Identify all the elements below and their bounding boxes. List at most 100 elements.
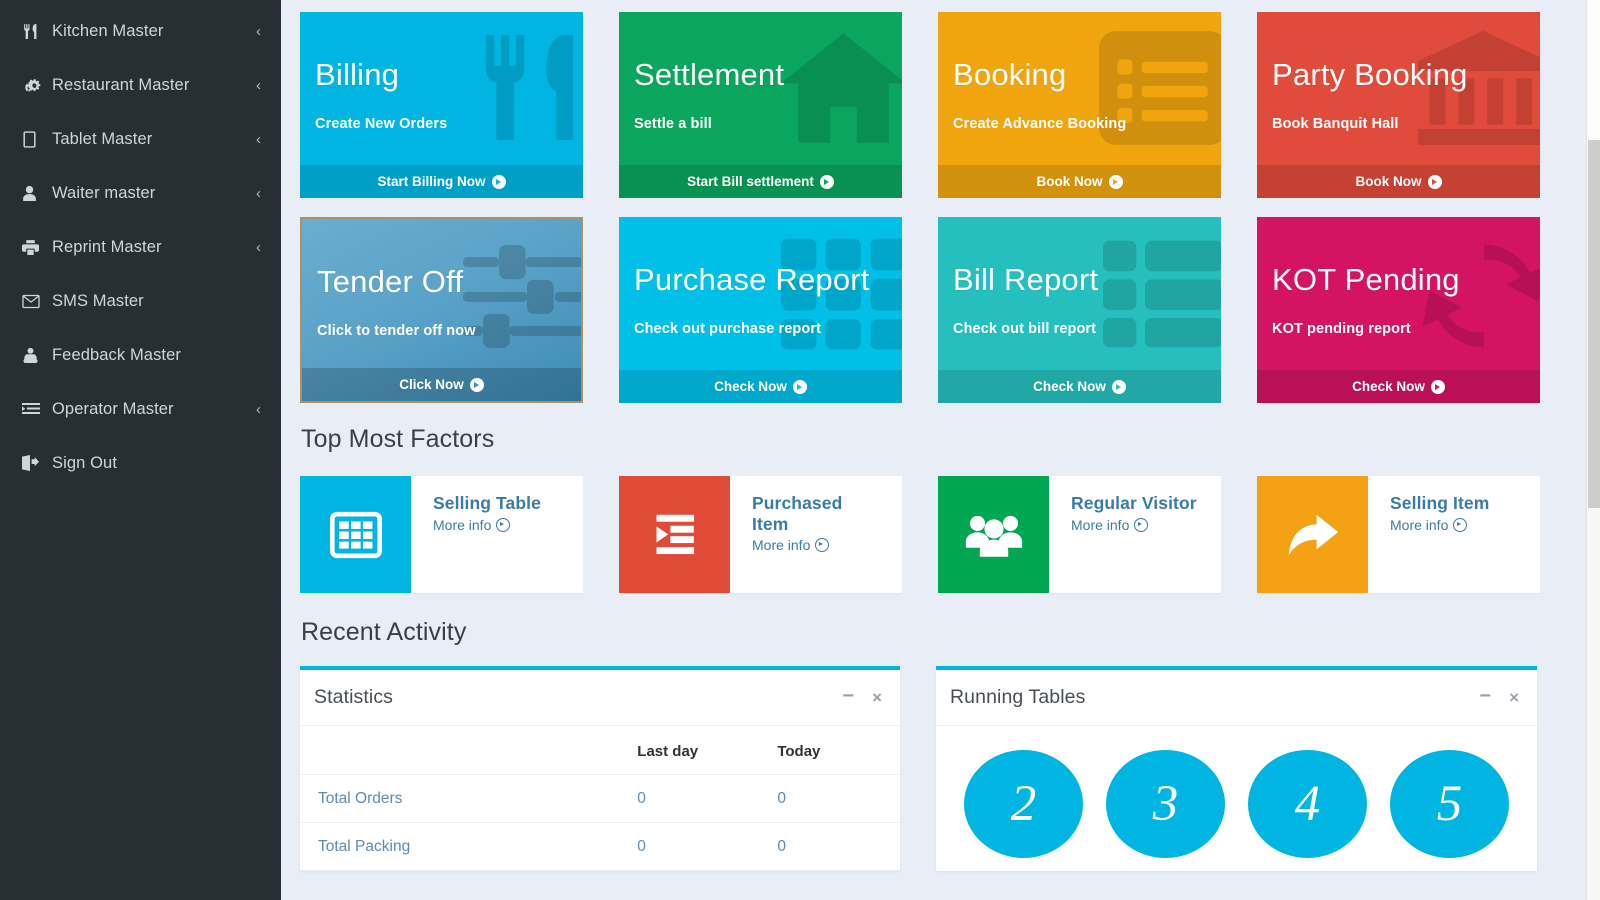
tile-row-2: Tender Off Click to tender off now Click… xyxy=(300,217,1580,403)
tile-kot-pending[interactable]: KOT Pending KOT pending report Check Now xyxy=(1257,217,1540,403)
factor-more-label: More info xyxy=(433,517,491,533)
sidebar-item-label: Tablet Master xyxy=(52,130,256,149)
table-circle[interactable]: 4 xyxy=(1248,750,1367,858)
sidebar-item-label: Sign Out xyxy=(52,454,261,473)
gears-icon xyxy=(22,77,52,94)
tile-subtitle: Settle a bill xyxy=(634,116,712,132)
arrow-right-circle-icon xyxy=(1109,175,1123,189)
tile-subtitle: Check out purchase report xyxy=(634,321,821,337)
sidebar-item-feedback-master[interactable]: Feedback Master xyxy=(0,328,281,382)
column-header-last-day: Last day xyxy=(637,726,777,775)
tile-action-party-booking[interactable]: Book Now xyxy=(1257,165,1540,198)
panel-title: Running Tables xyxy=(950,686,1461,709)
table-circle[interactable]: 3 xyxy=(1106,750,1225,858)
arrow-right-circle-icon xyxy=(815,538,829,552)
sidebar-item-kitchen-master[interactable]: Kitchen Master ‹ xyxy=(0,4,281,58)
sidebar-item-tablet-master[interactable]: Tablet Master ‹ xyxy=(0,112,281,166)
recent-activity-heading: Recent Activity xyxy=(301,618,1580,647)
sidebar-item-waiter-master[interactable]: Waiter master ‹ xyxy=(0,166,281,220)
close-icon[interactable]: × xyxy=(872,689,882,706)
row-label: Total Orders xyxy=(300,775,637,823)
factor-title: Purchased Item xyxy=(752,493,862,534)
tile-title: Settlement xyxy=(634,59,784,90)
factor-more-info-link[interactable]: More info xyxy=(752,537,892,553)
close-icon[interactable]: × xyxy=(1509,689,1519,706)
tile-action-label: Check Now xyxy=(1033,379,1106,394)
top-most-factors-heading: Top Most Factors xyxy=(301,425,1580,454)
tile-action-kot-pending[interactable]: Check Now xyxy=(1257,370,1540,403)
group-users-icon xyxy=(938,476,1049,593)
tile-subtitle: Check out bill report xyxy=(953,321,1096,337)
tile-action-tender-off[interactable]: Click Now xyxy=(302,368,581,401)
arrow-right-circle-icon xyxy=(1453,518,1467,532)
row-last-day-value: 0 xyxy=(637,823,777,871)
tile-subtitle: Create New Orders xyxy=(315,116,447,132)
table-circle[interactable]: 5 xyxy=(1390,750,1509,858)
tile-title: Party Booking xyxy=(1272,59,1468,90)
factor-more-label: More info xyxy=(1071,517,1129,533)
table-grid-icon xyxy=(300,476,411,593)
sidebar-item-reprint-master[interactable]: Reprint Master ‹ xyxy=(0,220,281,274)
factor-more-label: More info xyxy=(752,537,810,553)
tile-action-label: Click Now xyxy=(399,377,464,392)
statistics-panel: Statistics − × Last day Today Tot xyxy=(300,666,900,871)
tile-billing[interactable]: Billing Create New Orders Start Billing … xyxy=(300,12,583,198)
sidebar-item-restaurant-master[interactable]: Restaurant Master ‹ xyxy=(0,58,281,112)
factor-more-info-link[interactable]: More info xyxy=(1071,517,1211,533)
chevron-left-icon: ‹ xyxy=(256,131,261,148)
column-header-blank xyxy=(300,726,637,775)
tile-bill-report[interactable]: Bill Report Check out bill report Check … xyxy=(938,217,1221,403)
scrollbar-thumb[interactable] xyxy=(1588,140,1600,508)
tile-tender-off[interactable]: Tender Off Click to tender off now Click… xyxy=(300,217,583,403)
sidebar-item-label: Waiter master xyxy=(52,184,256,203)
indent-list-icon xyxy=(619,476,730,593)
chevron-left-icon: ‹ xyxy=(256,77,261,94)
cutlery-icon xyxy=(471,20,583,155)
tile-subtitle: KOT pending report xyxy=(1272,321,1411,337)
panels-row: Statistics − × Last day Today Tot xyxy=(300,666,1580,871)
statistics-table-head: Last day Today xyxy=(300,726,900,775)
tile-action-bill-report[interactable]: Check Now xyxy=(938,370,1221,403)
row-today-value: 0 xyxy=(777,775,900,823)
sidebar-item-sign-out[interactable]: Sign Out xyxy=(0,436,281,490)
sidebar-item-label: Kitchen Master xyxy=(52,22,256,41)
table-header-row: Last day Today xyxy=(300,726,900,775)
sidebar-item-label: Reprint Master xyxy=(52,238,256,257)
factor-more-info-link[interactable]: More info xyxy=(1390,517,1530,533)
chevron-left-icon: ‹ xyxy=(256,239,261,256)
minimize-icon[interactable]: − xyxy=(1479,686,1491,706)
table-circle[interactable]: 2 xyxy=(964,750,1083,858)
tile-action-booking[interactable]: Book Now xyxy=(938,165,1221,198)
tile-action-purchase-report[interactable]: Check Now xyxy=(619,370,902,403)
tile-booking[interactable]: Booking Create Advance Booking Book Now xyxy=(938,12,1221,198)
tile-action-billing[interactable]: Start Billing Now xyxy=(300,165,583,198)
factor-title: Regular Visitor xyxy=(1071,493,1211,514)
vertical-scrollbar[interactable] xyxy=(1586,0,1600,900)
minimize-icon[interactable]: − xyxy=(842,686,854,706)
factor-more-label: More info xyxy=(1390,517,1448,533)
tile-action-label: Book Now xyxy=(1356,174,1422,189)
statistics-panel-header: Statistics − × xyxy=(300,670,900,726)
factor-card-purchased-item[interactable]: Purchased Item More info xyxy=(619,476,902,593)
factor-more-info-link[interactable]: More info xyxy=(433,517,573,533)
tile-action-settlement[interactable]: Start Bill settlement xyxy=(619,165,902,198)
tile-title: Tender Off xyxy=(317,266,463,297)
table-row: Total Orders 0 0 xyxy=(300,775,900,823)
factor-card-selling-table[interactable]: Selling Table More info xyxy=(300,476,583,593)
running-tables-panel-header: Running Tables − × xyxy=(936,670,1537,726)
arrow-right-circle-icon xyxy=(1431,380,1445,394)
cutlery-icon xyxy=(22,23,52,40)
sidebar-item-operator-master[interactable]: Operator Master ‹ xyxy=(0,382,281,436)
scrollbar-track-top[interactable] xyxy=(1588,0,1600,138)
factor-card-regular-visitor[interactable]: Regular Visitor More info xyxy=(938,476,1221,593)
sidebar-item-label: Restaurant Master xyxy=(52,76,256,95)
sidebar-item-label: Feedback Master xyxy=(52,346,261,365)
factor-card-selling-item[interactable]: Selling Item More info xyxy=(1257,476,1540,593)
sidebar-item-sms-master[interactable]: SMS Master xyxy=(0,274,281,328)
tile-settlement[interactable]: Settlement Settle a bill Start Bill sett… xyxy=(619,12,902,198)
arrow-right-circle-icon xyxy=(1112,380,1126,394)
tile-action-label: Book Now xyxy=(1037,174,1103,189)
share-arrow-icon xyxy=(1257,476,1368,593)
tile-party-booking[interactable]: Party Booking Book Banquit Hall Book Now xyxy=(1257,12,1540,198)
tile-purchase-report[interactable]: Purchase Report Check out purchase repor… xyxy=(619,217,902,403)
